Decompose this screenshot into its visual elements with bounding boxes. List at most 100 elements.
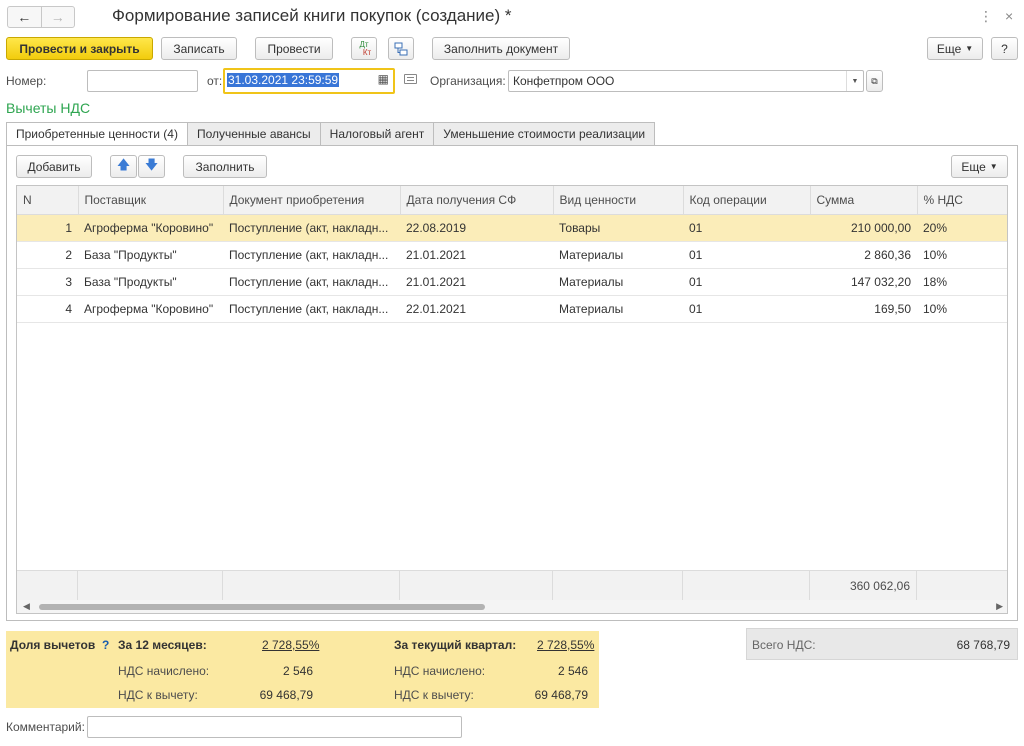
cell-value-type: Материалы xyxy=(553,241,683,269)
cell-document: Поступление (акт, накладн... xyxy=(223,268,400,296)
cell-sum: 2 860,36 xyxy=(810,241,917,269)
column-header-invoice-date[interactable]: Дата получения СФ xyxy=(400,186,554,215)
vat-accrued-label-12: НДС начислено: xyxy=(118,664,210,678)
comment-field[interactable] xyxy=(87,716,462,738)
period12-label: За 12 месяцев: xyxy=(118,638,207,652)
tab-sales-reduction[interactable]: Уменьшение стоимости реализации xyxy=(433,122,656,146)
cell-vat-rate: 18% xyxy=(917,268,1007,296)
cell-n: 4 xyxy=(17,295,78,323)
cell-operation-code: 01 xyxy=(683,268,810,296)
cell-sum: 169,50 xyxy=(810,295,917,323)
number-field[interactable] xyxy=(87,70,198,92)
close-icon[interactable]: × xyxy=(1005,8,1013,24)
horizontal-scrollbar[interactable]: ◀ ▶ xyxy=(17,600,1007,613)
cell-document: Поступление (акт, накладн... xyxy=(223,214,400,242)
post-and-close-button[interactable]: Провести и закрыть xyxy=(6,37,153,60)
period12-link[interactable]: 2 728,55% xyxy=(262,638,319,652)
cell-vat-rate: 10% xyxy=(917,295,1007,323)
organization-field[interactable]: Конфетпром ООО xyxy=(508,70,864,92)
number-label: Номер: xyxy=(6,74,47,88)
forward-arrow-icon[interactable]: → xyxy=(40,7,75,27)
column-header-vat-rate[interactable]: % НДС xyxy=(917,186,1007,215)
column-header-operation-code[interactable]: Код операции xyxy=(683,186,811,215)
organization-label: Организация: xyxy=(430,74,506,88)
vat-deduct-12: 69 468,79 xyxy=(259,688,313,702)
document-structure-icon xyxy=(394,42,408,55)
cell-n: 3 xyxy=(17,268,78,296)
tab-received-advances[interactable]: Полученные авансы xyxy=(186,122,321,146)
column-header-supplier[interactable]: Поставщик xyxy=(78,186,224,215)
more-actions-icon[interactable]: ⋮ xyxy=(979,8,993,25)
cell-supplier: Агроферма "Коровино" xyxy=(78,295,223,323)
section-title: Вычеты НДС xyxy=(6,100,91,116)
table-header: N Поставщик Документ приобретения Дата п… xyxy=(17,186,1007,215)
fill-button[interactable]: Заполнить xyxy=(183,155,267,178)
table-row[interactable]: 4 Агроферма "Коровино" Поступление (акт, н… xyxy=(17,295,1007,323)
calendar-icon[interactable]: ▦ xyxy=(378,72,389,86)
tab-tax-agent[interactable]: Налоговый агент xyxy=(319,122,435,146)
vat-deduct-label-12: НДС к вычету: xyxy=(118,688,198,702)
more-button[interactable]: Еще ▼ xyxy=(927,37,983,60)
scroll-left-icon[interactable]: ◀ xyxy=(23,601,30,612)
cell-invoice-date: 22.01.2021 xyxy=(400,295,553,323)
deduction-share-panel: Доля вычетов ? За 12 месяцев: 2 728,55% … xyxy=(6,631,599,708)
cell-operation-code: 01 xyxy=(683,295,810,323)
post-button[interactable]: Провести xyxy=(255,37,333,60)
cell-invoice-date: 21.01.2021 xyxy=(400,268,553,296)
table-row[interactable]: 2 База "Продукты" Поступление (акт, наклад… xyxy=(17,241,1007,269)
help-button[interactable]: ? xyxy=(991,37,1018,60)
column-header-sum[interactable]: Сумма xyxy=(810,186,918,215)
share-help-icon[interactable]: ? xyxy=(102,638,109,652)
column-header-value-type[interactable]: Вид ценности xyxy=(553,186,684,215)
total-vat-label: Всего НДС: xyxy=(752,638,816,652)
cell-sum: 210 000,00 xyxy=(810,214,917,242)
kt-label: Кт xyxy=(362,47,372,57)
tab-bar: Приобретенные ценности (4) Полученные ав… xyxy=(6,122,656,146)
organization-dropdown-icon[interactable]: ▼ xyxy=(846,71,863,91)
more-label: Еще xyxy=(936,41,962,56)
scrollbar-thumb[interactable] xyxy=(39,604,485,610)
column-header-n[interactable]: N xyxy=(17,186,79,215)
cell-sum: 147 032,20 xyxy=(810,268,917,296)
quarter-link[interactable]: 2 728,55% xyxy=(537,638,594,652)
cell-document: Поступление (акт, накладн... xyxy=(223,241,400,269)
chevron-down-icon: ▼ xyxy=(965,44,974,53)
open-organization-icon[interactable]: ⧉ xyxy=(866,70,883,92)
table-row[interactable]: 1 Агроферма "Коровино" Поступление (акт, н… xyxy=(17,214,1007,242)
acquired-values-table: N Поставщик Документ приобретения Дата п… xyxy=(16,185,1008,614)
table-more-label: Еще xyxy=(961,159,986,174)
dt-kt-report-button[interactable]: Дт Кт xyxy=(351,37,377,60)
cell-value-type: Материалы xyxy=(553,268,683,296)
date-field[interactable]: 31.03.2021 23:59:59 ▦ xyxy=(223,68,395,94)
quarter-label: За текущий квартал: xyxy=(394,638,517,652)
cell-supplier: Агроферма "Коровино" xyxy=(78,214,223,242)
total-vat-value: 68 768,79 xyxy=(956,638,1010,652)
history-icon[interactable] xyxy=(404,74,417,84)
add-button[interactable]: Добавить xyxy=(16,155,92,178)
total-vat-box: Всего НДС: 68 768,79 xyxy=(746,628,1018,660)
cell-n: 2 xyxy=(17,241,78,269)
cell-document: Поступление (акт, накладн... xyxy=(223,295,400,323)
back-arrow-icon[interactable]: ← xyxy=(8,7,41,27)
cell-invoice-date: 21.01.2021 xyxy=(400,241,553,269)
chevron-down-icon: ▼ xyxy=(989,162,998,171)
cell-invoice-date: 22.08.2019 xyxy=(400,214,553,242)
date-value: 31.03.2021 23:59:59 xyxy=(227,73,340,87)
move-up-icon[interactable]: 🡅 xyxy=(110,155,137,178)
move-down-icon[interactable]: 🡇 xyxy=(138,155,165,178)
table-row[interactable]: 3 База "Продукты" Поступление (акт, наклад… xyxy=(17,268,1007,296)
vat-accrued-q: 2 546 xyxy=(557,664,588,678)
column-header-document[interactable]: Документ приобретения xyxy=(223,186,401,215)
cell-operation-code: 01 xyxy=(683,214,810,242)
structure-button[interactable] xyxy=(388,37,414,60)
scroll-right-icon[interactable]: ▶ xyxy=(996,601,1003,612)
vat-accrued-label-q: НДС начислено: xyxy=(394,664,486,678)
tab-acquired-values[interactable]: Приобретенные ценности (4) xyxy=(6,122,188,146)
save-button[interactable]: Записать xyxy=(161,37,237,60)
fill-document-button[interactable]: Заполнить документ xyxy=(432,37,570,60)
date-label: от: xyxy=(207,74,223,88)
cell-n: 1 xyxy=(17,214,78,242)
cell-vat-rate: 20% xyxy=(917,214,1007,242)
share-label: Доля вычетов xyxy=(10,638,96,652)
table-more-button[interactable]: Еще ▼ xyxy=(951,155,1008,178)
